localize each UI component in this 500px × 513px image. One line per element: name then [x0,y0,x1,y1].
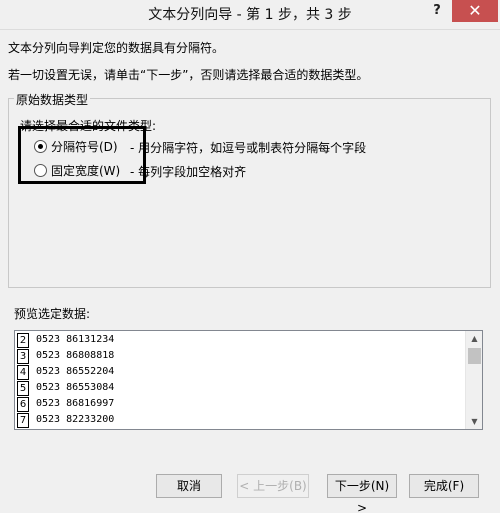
row-text: 0523 86131234 [36,334,115,345]
radio-delimited-description: - 用分隔字符，如逗号或制表符分隔每个字段 [130,141,367,155]
radio-fixed-width-label[interactable]: 固定宽度(W) [51,162,120,179]
row-text: 0523 86553084 [36,382,115,393]
row-text: 0523 82233200 [36,414,115,425]
row-text: 0523 86808818 [36,350,115,361]
row-number: 6 [17,397,29,412]
title-bar: 文本分列向导 - 第 1 步，共 3 步 ? ✕ [0,0,500,30]
next-button[interactable]: 下一步(N) > [327,474,397,513]
intro-text-2: 若一切设置无误，请单击“下一步”，否则请选择最合适的数据类型。 [8,68,369,82]
preview-scrollbar[interactable]: ▲ ▼ [465,331,482,429]
scroll-thumb[interactable] [468,348,481,364]
help-button[interactable]: ? [422,0,452,22]
radio-button-unchecked[interactable] [34,163,47,177]
radio-delimited[interactable]: 分隔符号(D) [34,137,118,155]
group-title: 原始数据类型 [14,91,91,108]
preview-pane[interactable]: 2 0523 86131234 3 0523 86808818 4 0523 8… [14,330,483,430]
preview-row: 6 0523 86816997 [15,397,467,413]
finish-button[interactable]: 完成(F) [409,474,479,498]
cancel-button[interactable]: 取消 [156,474,222,498]
row-number: 7 [17,413,29,428]
preview-row: 7 0523 82233200 [15,413,467,429]
row-text: 0523 86816997 [36,398,115,409]
radio-button-checked[interactable] [34,139,47,153]
preview-row: 2 0523 86131234 [15,333,467,349]
preview-row: 3 0523 86808818 [15,349,467,365]
scroll-down-icon[interactable]: ▼ [466,414,482,429]
preview-row: 4 0523 86552204 [15,365,467,381]
back-button[interactable]: < 上一步(B) [237,474,309,498]
row-text: 0523 86552204 [36,366,115,377]
preview-label: 预览选定数据: [14,307,91,321]
row-number: 5 [17,381,29,396]
radio-delimited-label[interactable]: 分隔符号(D) [51,138,118,155]
scroll-up-icon[interactable]: ▲ [466,331,482,346]
radio-fixed-width[interactable]: 固定宽度(W) [34,161,120,179]
row-number: 2 [17,333,29,348]
intro-text-1: 文本分列向导判定您的数据具有分隔符。 [8,41,225,55]
row-number: 4 [17,365,29,380]
radio-fixed-width-description: - 每列字段加空格对齐 [130,165,247,179]
close-button[interactable]: ✕ [452,0,498,22]
preview-row: 5 0523 86553084 [15,381,467,397]
row-number: 3 [17,349,29,364]
